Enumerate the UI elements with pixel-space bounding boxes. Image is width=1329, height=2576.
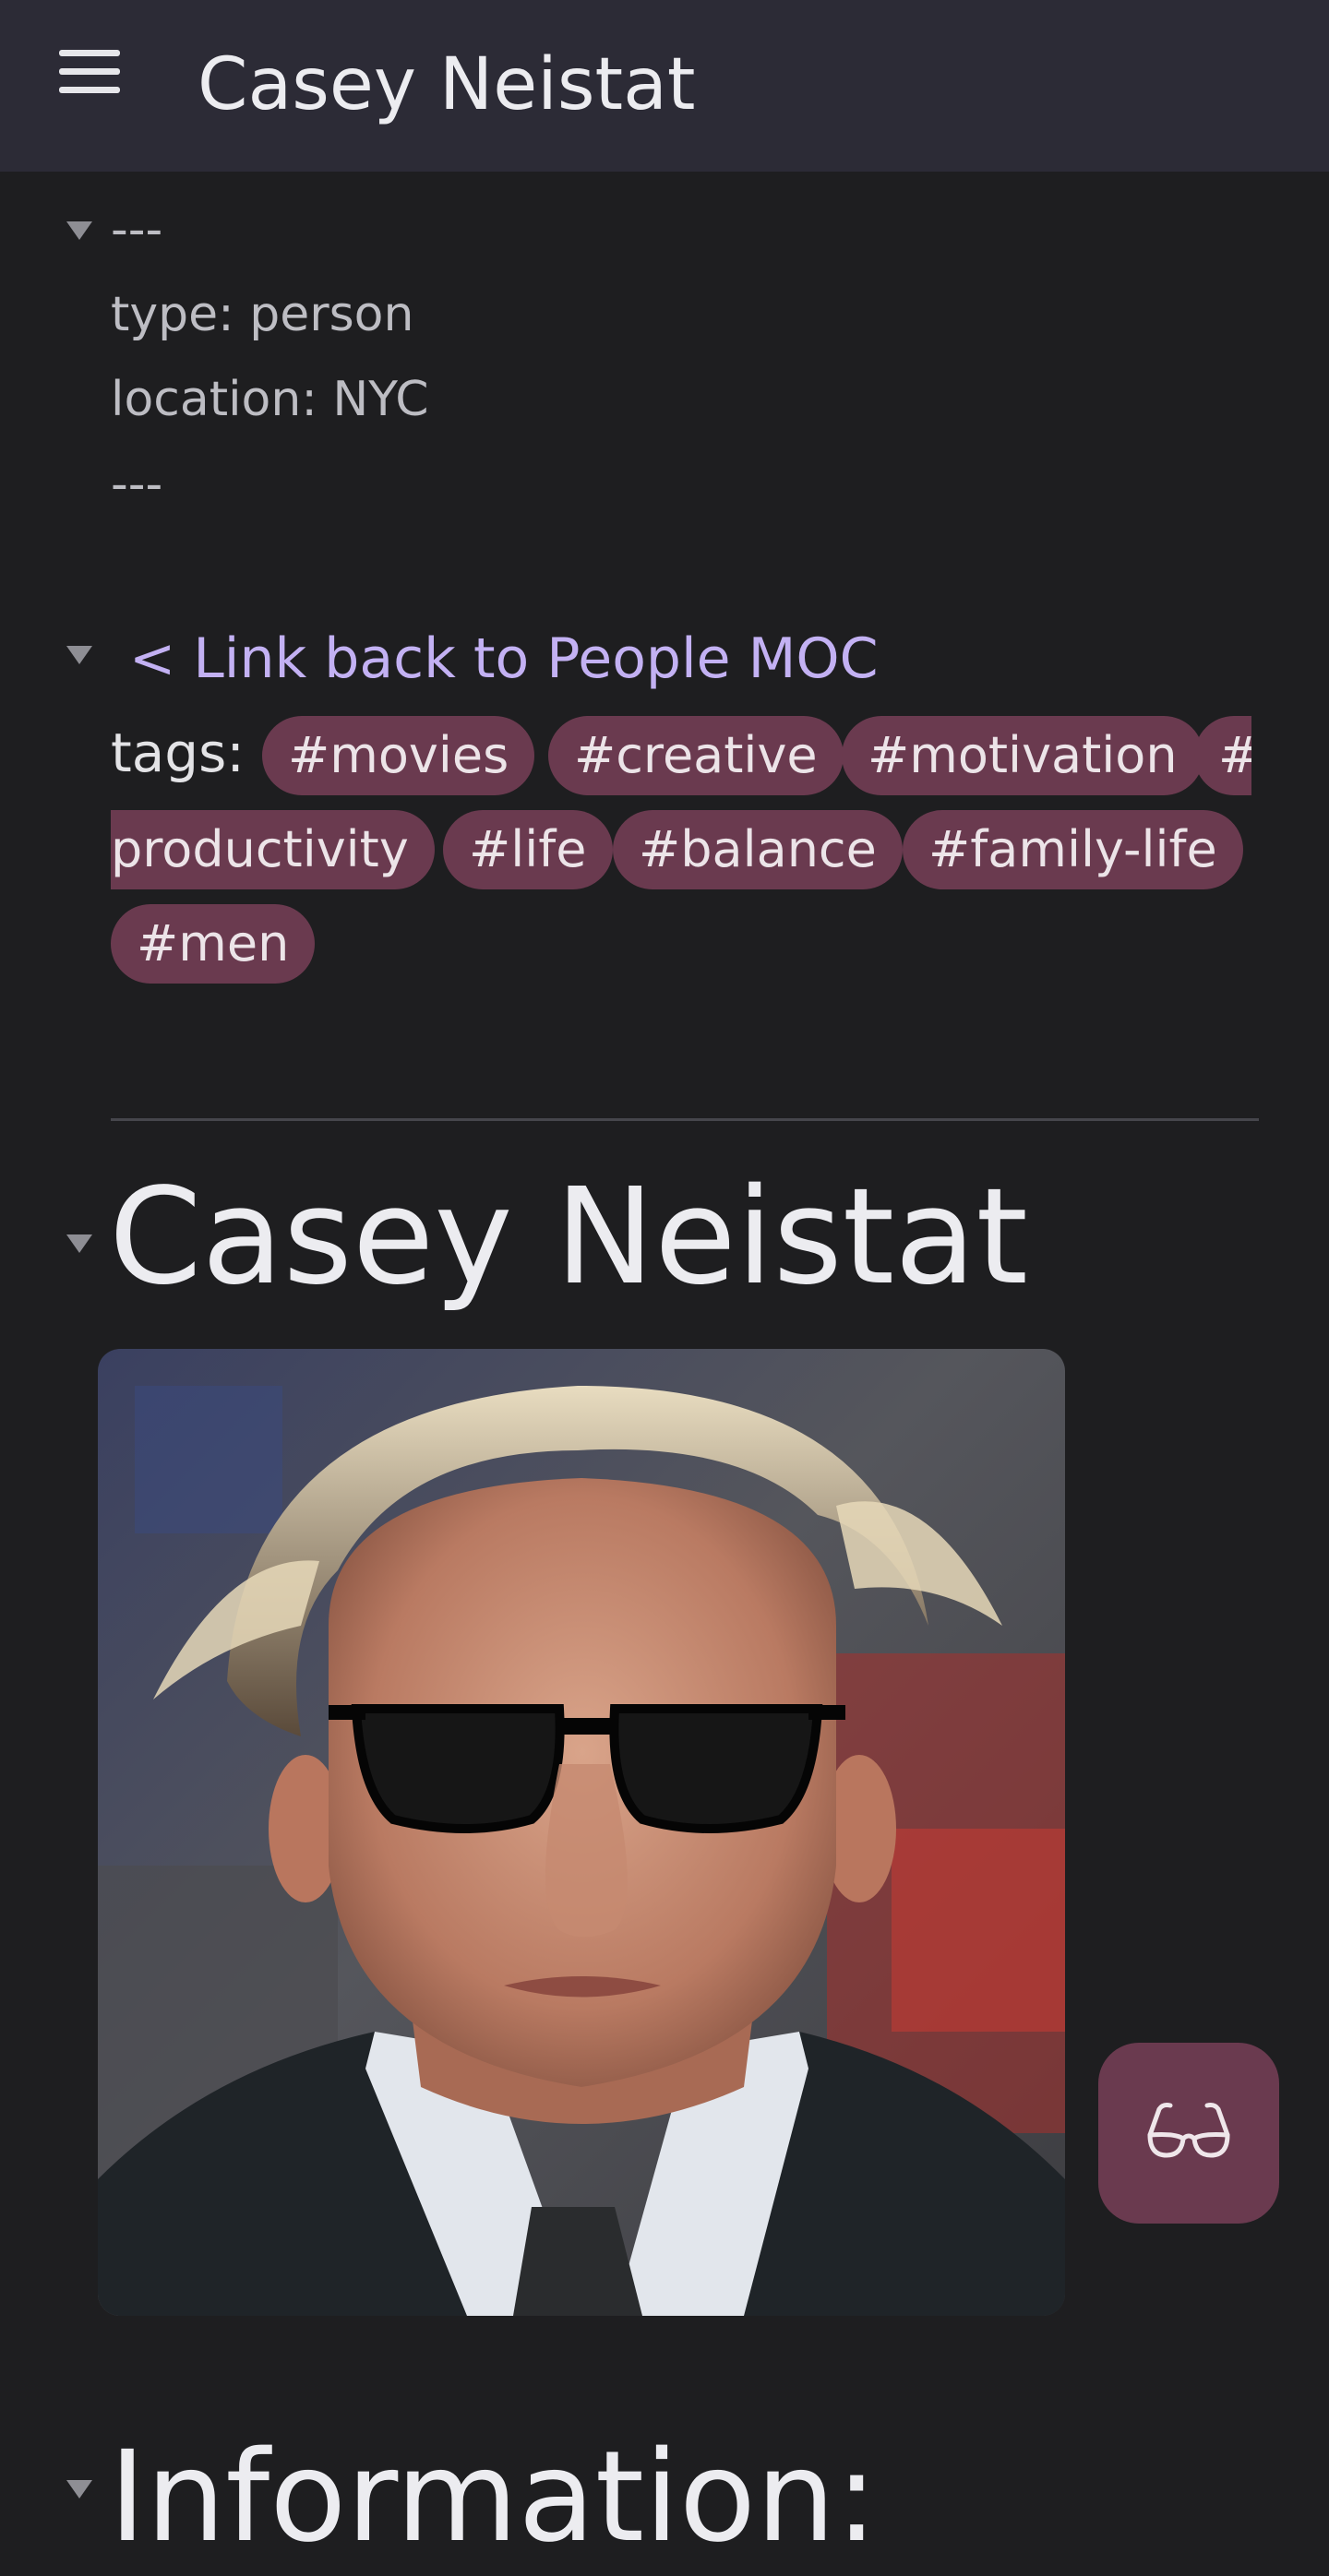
people-moc-link[interactable]: < Link back to People MOC (129, 622, 879, 696)
frontmatter-type: type: person (111, 287, 414, 342)
collapse-heading-icon[interactable] (66, 1234, 92, 1253)
collapse-frontmatter-icon[interactable] (66, 221, 92, 240)
frontmatter-open-delimiter: --- (111, 202, 163, 257)
portrait-illustration (98, 1349, 1065, 2316)
information-heading: Information: (109, 2425, 879, 2570)
tag-men[interactable]: #men (111, 904, 316, 984)
tag-balance[interactable]: #balance (613, 810, 903, 889)
tag-movies[interactable]: #movies (262, 716, 535, 795)
collapse-information-icon[interactable] (66, 2480, 92, 2498)
collapse-backlink-icon[interactable] (66, 646, 92, 664)
frontmatter-location: location: NYC (111, 372, 429, 427)
glasses-icon (1147, 2103, 1230, 2158)
note-heading: Casey Neistat (109, 1159, 1028, 1314)
tag-motivation[interactable]: #motivation (842, 716, 1203, 795)
tag-life[interactable]: #life (443, 810, 613, 889)
portrait-image (98, 1349, 1065, 2316)
tag-family-life[interactable]: #family-life (903, 810, 1243, 889)
tag-productivity[interactable]: productivity (111, 810, 435, 889)
tag-creative[interactable]: #creative (548, 716, 844, 795)
page-title: Casey Neistat (198, 43, 696, 126)
hamburger-menu-icon[interactable] (59, 50, 120, 94)
reading-mode-button[interactable] (1098, 2043, 1279, 2224)
tag-productivity-start[interactable]: # (1194, 716, 1251, 795)
app-header: Casey Neistat (0, 0, 1329, 172)
tags-label: tags: (111, 722, 245, 784)
frontmatter-close-delimiter: --- (111, 457, 163, 512)
horizontal-rule (111, 1118, 1259, 1121)
